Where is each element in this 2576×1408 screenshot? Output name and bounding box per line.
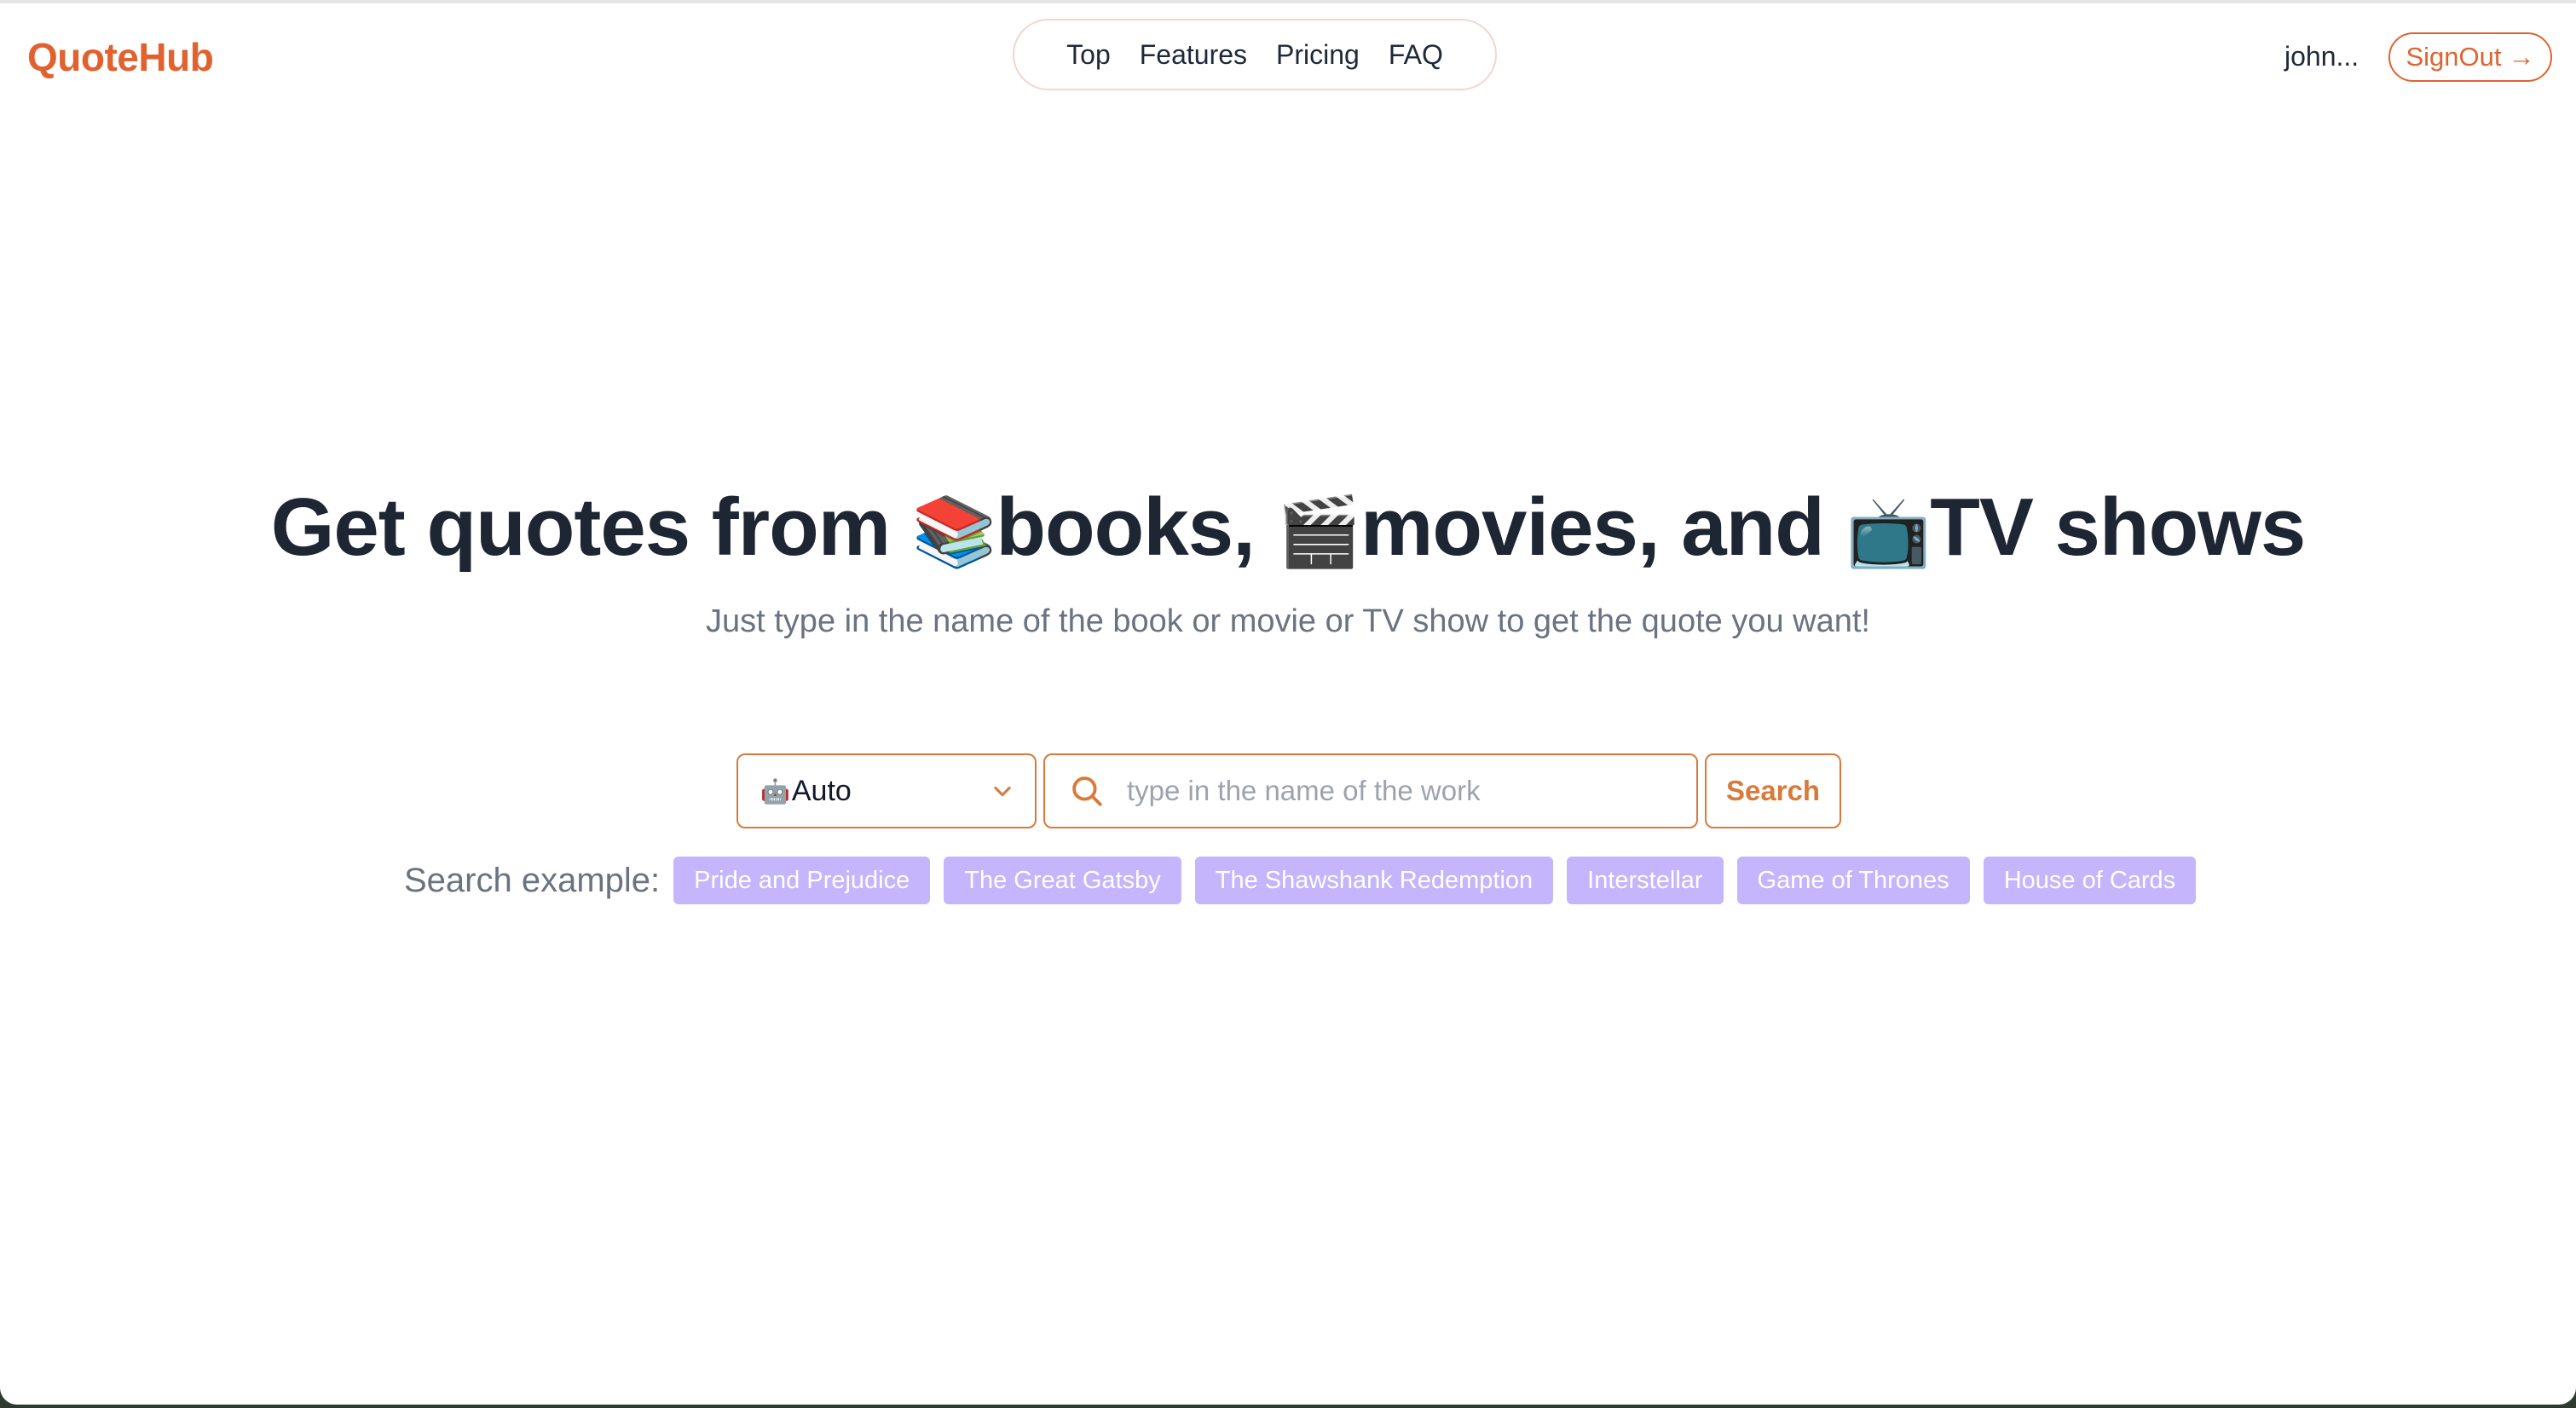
hero-title: Get quotes from 📚books, 🎬movies, and 📺TV… bbox=[0, 481, 2576, 574]
signout-label: SignOut bbox=[2406, 42, 2502, 72]
arrow-right-icon: → bbox=[2508, 42, 2535, 72]
example-chip[interactable]: Game of Thrones bbox=[1736, 857, 1970, 904]
signout-button[interactable]: SignOut → bbox=[2388, 32, 2552, 82]
brand-logo[interactable]: QuoteHub bbox=[27, 34, 214, 80]
search-box[interactable] bbox=[1043, 753, 1698, 828]
search-icon bbox=[1072, 776, 1102, 806]
hero-title-movies: movies, and bbox=[1360, 482, 1846, 573]
robot-icon: 🤖 bbox=[760, 776, 790, 805]
books-icon: 📚 bbox=[911, 492, 997, 571]
television-icon: 📺 bbox=[1845, 492, 1932, 571]
example-chip[interactable]: The Great Gatsby bbox=[944, 857, 1181, 904]
example-chip[interactable]: Pride and Prejudice bbox=[673, 857, 931, 904]
nav-link-features[interactable]: Features bbox=[1140, 39, 1247, 71]
search-mode-select[interactable]: 🤖 Auto bbox=[736, 753, 1037, 828]
chevron-down-icon bbox=[994, 786, 1011, 797]
search-mode-value: Auto bbox=[791, 774, 852, 807]
search-input[interactable] bbox=[1127, 775, 1672, 807]
hero-subtitle: Just type in the name of the book or mov… bbox=[706, 603, 1870, 639]
hero-title-tv: TV shows bbox=[1930, 482, 2306, 573]
hero-title-books: books, bbox=[996, 482, 1277, 573]
main-nav: Top Features Pricing FAQ bbox=[1013, 19, 1497, 90]
example-chip[interactable]: Interstellar bbox=[1567, 857, 1724, 904]
user-name[interactable]: john... bbox=[2284, 41, 2359, 72]
example-chip[interactable]: House of Cards bbox=[1983, 857, 2197, 904]
search-examples: Search example: Pride and Prejudice The … bbox=[404, 856, 2197, 905]
nav-link-top[interactable]: Top bbox=[1066, 39, 1111, 71]
page: QuoteHub Top Features Pricing FAQ john..… bbox=[0, 0, 2576, 1405]
example-chip[interactable]: The Shawshank Redemption bbox=[1194, 857, 1554, 904]
clapperboard-icon: 🎬 bbox=[1276, 492, 1361, 571]
search-examples-label: Search example: bbox=[404, 861, 661, 899]
search-button[interactable]: Search bbox=[1705, 753, 1841, 828]
hero-title-prefix: Get quotes from bbox=[270, 482, 912, 573]
nav-link-faq[interactable]: FAQ bbox=[1389, 39, 1443, 71]
nav-link-pricing[interactable]: Pricing bbox=[1276, 39, 1360, 71]
